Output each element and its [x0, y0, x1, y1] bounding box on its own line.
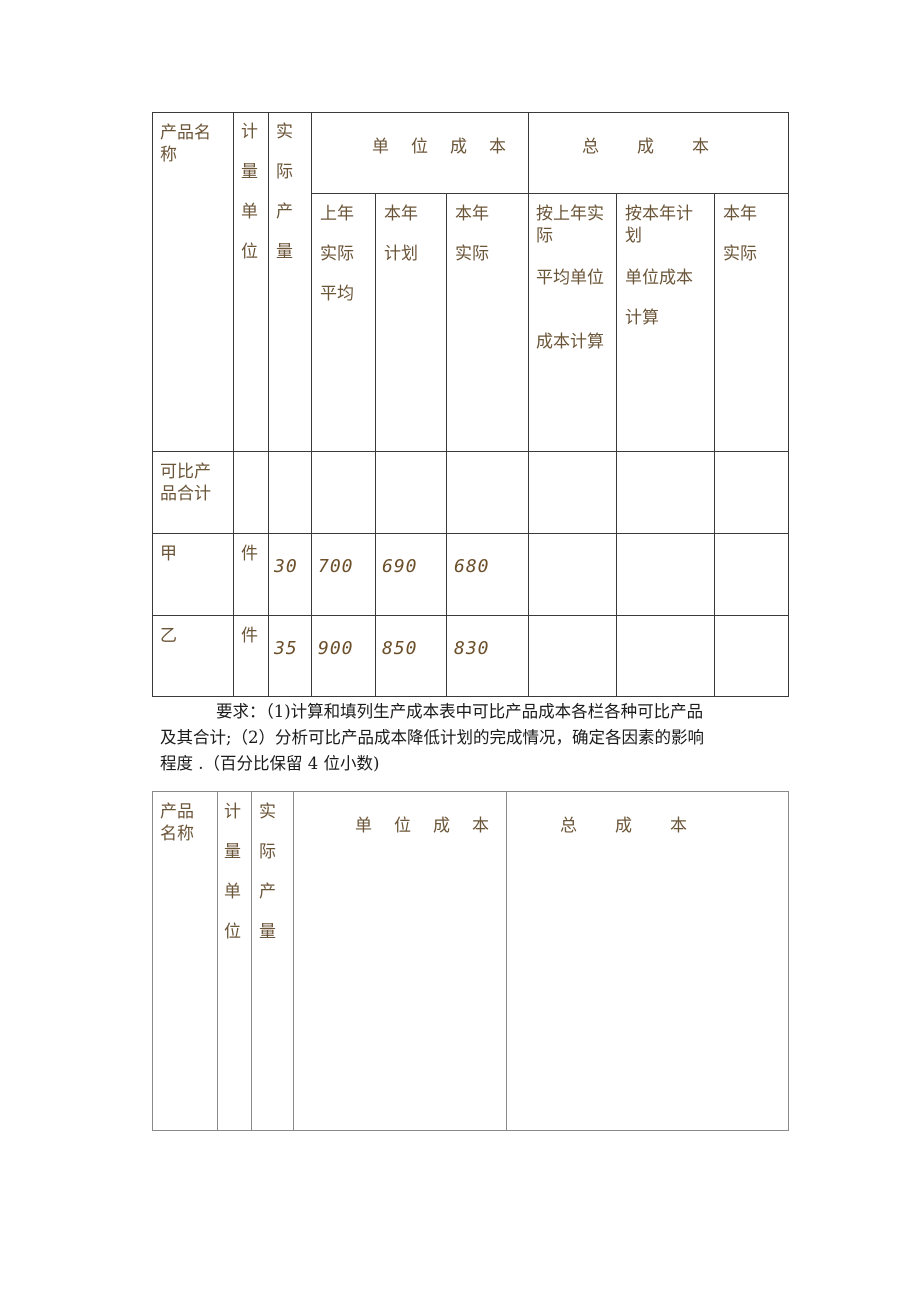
- table-grid-line: [153, 533, 788, 534]
- t2-header-measure-unit: 计 量 单 位: [224, 801, 241, 961]
- header-line: 上年: [320, 204, 354, 224]
- table-grid-line: [311, 193, 788, 194]
- header-char: 产: [259, 882, 276, 902]
- row-jia-name: 甲: [160, 544, 177, 564]
- table-grid-line: [311, 113, 312, 696]
- subheader-this-year-actual: 本年 实际: [455, 203, 489, 283]
- header-line: 实际: [320, 244, 354, 264]
- row-yi-name: 乙: [160, 626, 177, 646]
- header-line: 计算: [625, 308, 659, 328]
- t2-header-unit-cost: 单位成本: [355, 816, 511, 836]
- header-line: 单位成本: [625, 268, 693, 288]
- table-grid-line: [714, 194, 715, 696]
- header-line: 本年: [723, 204, 757, 224]
- header-line: 实际: [455, 244, 489, 264]
- header-line: 按上年实际: [536, 204, 604, 246]
- table-grid-line: [233, 113, 234, 696]
- header-char: 量: [276, 242, 293, 262]
- header-char: 际: [259, 842, 276, 862]
- table-grid-line: [446, 194, 447, 696]
- row-jia-actual: 680: [454, 556, 490, 577]
- header-char: 量: [241, 162, 258, 182]
- header-line: 平均: [320, 284, 354, 304]
- header-char: 量: [259, 922, 276, 942]
- subheader-last-year-avg: 上年 实际 平均: [320, 203, 354, 323]
- header-line: 计划: [384, 244, 418, 264]
- table-grid-line: [217, 792, 218, 1130]
- header-measure-unit: 计 量 单 位: [241, 121, 258, 281]
- table-grid-line: [616, 194, 617, 696]
- subheader-total-by-plan: 按本年计划 单位成本 计算: [625, 203, 707, 347]
- row-jia-last-year-avg: 700: [318, 556, 354, 577]
- header-unit-cost: 单位成本: [372, 137, 528, 157]
- requirement-line-3: 程度 .（百分比保留 4 位小数): [160, 754, 380, 773]
- row-yi-unit: 件: [241, 626, 258, 646]
- header-char: 计: [241, 122, 258, 142]
- table-grid-line: [528, 113, 529, 696]
- header-char: 产: [276, 202, 293, 222]
- table-grid-line: [293, 792, 294, 1130]
- t2-header-actual-output: 实 际 产 量: [259, 801, 276, 961]
- blank-answer-table: [152, 791, 789, 1131]
- header-total-cost: 总成本: [582, 137, 747, 157]
- table-grid-line: [153, 451, 788, 452]
- header-product-name: 产品名称: [160, 123, 211, 165]
- row-yi-output: 35: [274, 638, 298, 659]
- header-char: 单: [241, 202, 258, 222]
- row-jia-plan: 690: [382, 556, 418, 577]
- row-yi-plan: 850: [382, 638, 418, 659]
- header-line: 名称: [160, 824, 194, 844]
- requirement-line-2: 及其合计;（2）分析可比产品成本降低计划的完成情况，确定各因素的影响: [160, 728, 705, 747]
- row-comparable-total-name: 可比产品合计: [160, 462, 211, 504]
- requirement-line-1: 要求：（1)计算和填列生产成本表中可比产品成本各栏各种可比产品: [216, 702, 704, 721]
- header-char: 量: [224, 842, 241, 862]
- subheader-total-actual: 本年 实际: [723, 203, 757, 283]
- header-line: 本年: [455, 204, 489, 224]
- row-jia-output: 30: [274, 556, 298, 577]
- subheader-this-year-plan: 本年 计划: [384, 203, 418, 283]
- header-char: 实: [276, 122, 293, 142]
- row-jia-unit: 件: [241, 544, 258, 564]
- header-char: 际: [276, 162, 293, 182]
- table-grid-line: [506, 792, 507, 1130]
- header-actual-output: 实 际 产 量: [276, 121, 293, 281]
- header-line: 实际: [723, 244, 757, 264]
- subheader-total-by-last-year: 按上年实际 平均单位 成本计算: [536, 203, 608, 381]
- table-grid-line: [251, 792, 252, 1130]
- header-line: 平均单位: [536, 268, 604, 288]
- header-char: 位: [224, 922, 241, 942]
- header-char: 计: [224, 802, 241, 822]
- header-char: 单: [224, 882, 241, 902]
- header-line: 本年: [384, 204, 418, 224]
- header-char: 位: [241, 242, 258, 262]
- row-yi-last-year-avg: 900: [318, 638, 354, 659]
- header-line: 按本年计划: [625, 204, 693, 246]
- t2-header-product-name: 产品 名称: [160, 801, 194, 845]
- table-grid-line: [375, 194, 376, 696]
- table-grid-line: [153, 615, 788, 616]
- t2-header-total-cost: 总成本: [560, 816, 725, 836]
- row-yi-actual: 830: [454, 638, 490, 659]
- table-grid-line: [268, 113, 269, 696]
- header-line: 成本计算: [536, 332, 604, 352]
- header-char: 实: [259, 802, 276, 822]
- header-line: 产品: [160, 802, 194, 822]
